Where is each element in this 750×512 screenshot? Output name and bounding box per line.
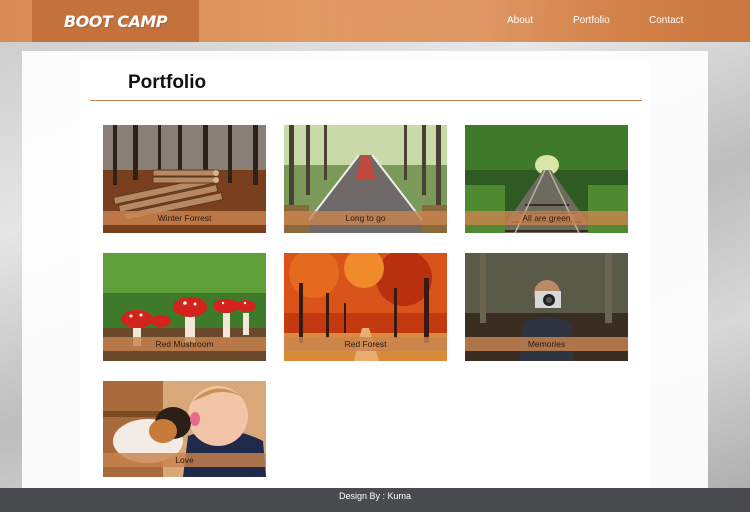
gallery-caption: Long to go (284, 211, 447, 225)
gallery-item-all-are-green[interactable]: All are green (465, 125, 628, 233)
brand-logo[interactable]: BOOT CAMP (32, 0, 199, 42)
gallery-item-red-forest[interactable]: Red Forest (284, 253, 447, 361)
page-title: Portfolio (128, 72, 207, 93)
footer-credit: Design By : Kuma (338, 491, 412, 501)
nav-contact[interactable]: Contact (649, 15, 683, 26)
gallery-caption: All are green (465, 211, 628, 225)
gallery-item-red-mushroom[interactable]: Red Mushroom (103, 253, 266, 361)
gallery-caption: Winter Forrest (103, 211, 266, 225)
gallery-item-winter-forrest[interactable]: Winter Forrest (103, 125, 266, 233)
gallery-caption: Love (103, 453, 266, 467)
brand-name: BOOT CAMP (63, 11, 168, 31)
gallery-item-memories[interactable]: Memories (465, 253, 628, 361)
title-divider (90, 100, 642, 101)
site-footer: Design By : Kuma (0, 488, 750, 512)
gallery-item-long-to-go[interactable]: Long to go (284, 125, 447, 233)
nav-portfolio[interactable]: Portfolio (573, 15, 610, 26)
site-header: BOOT CAMP About Portfolio Contact (0, 0, 750, 42)
gallery-caption: Red Mushroom (103, 337, 266, 351)
nav-about[interactable]: About (507, 15, 533, 26)
gallery-caption: Memories (465, 337, 628, 351)
gallery-caption: Red Forest (284, 337, 447, 351)
gallery-item-love[interactable]: Love (103, 381, 266, 477)
